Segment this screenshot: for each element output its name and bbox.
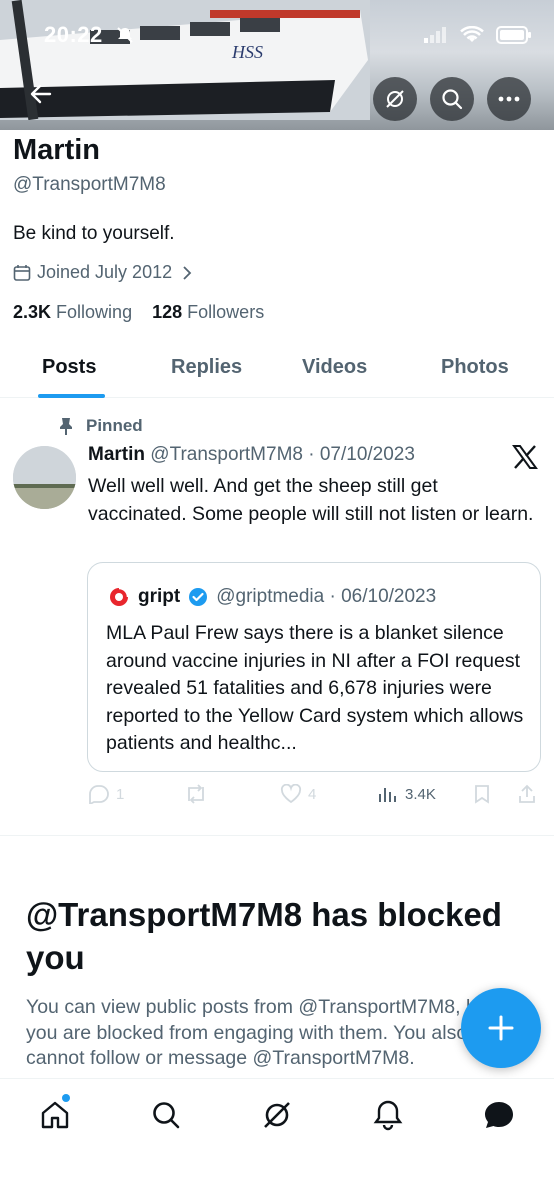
tweet-header: Martin @TransportM7M8 · 07/10/2023 (88, 444, 415, 466)
quoted-tweet[interactable]: gript @griptmedia · 06/10/2023 MLA Paul … (87, 562, 541, 772)
divider (0, 835, 554, 836)
views-count: 3.4K (405, 785, 436, 803)
battery-icon (496, 26, 531, 44)
profile-name: Martin (13, 134, 100, 166)
followers-count: 128 (152, 302, 183, 322)
quote-header: gript @griptmedia · 06/10/2023 (108, 586, 436, 608)
chevron-right-icon (183, 265, 192, 280)
pinned-text: Pinned (86, 416, 143, 435)
search-button[interactable] (430, 77, 474, 121)
like-button[interactable]: 4 (280, 784, 316, 804)
followers-link[interactable]: 128 Followers (152, 302, 264, 322)
status-indicators (424, 26, 532, 44)
compose-icon (488, 1015, 514, 1041)
status-time: 20:22 (44, 22, 103, 47)
repost-icon (188, 784, 204, 804)
tab-photos[interactable]: Photos (441, 356, 509, 379)
profile-bio: Be kind to yourself. (13, 223, 175, 244)
reply-button[interactable]: 1 (88, 784, 124, 804)
messages-icon (485, 1102, 513, 1128)
tweet-text: Well well well. And get the sheep still … (88, 475, 534, 525)
nav-home[interactable] (37, 1097, 73, 1133)
avatar[interactable] (13, 446, 76, 509)
like-icon (280, 784, 302, 804)
active-tab-indicator (38, 394, 105, 398)
quote-author: gript (138, 586, 181, 607)
like-count: 4 (308, 785, 317, 803)
share-button[interactable] (517, 784, 537, 804)
blocked-body: You can view public posts from @Transpor… (26, 996, 494, 1069)
back-button[interactable] (30, 84, 62, 112)
tab-videos[interactable]: Videos (302, 356, 367, 379)
more-button[interactable] (487, 77, 531, 121)
blocked-title: @TransportM7M8 has blocked you (26, 896, 502, 976)
profile-tabs: Posts Replies Videos Photos (0, 340, 554, 398)
notifications-icon (373, 1100, 403, 1131)
back-icon (30, 84, 52, 104)
followers-label: Followers (187, 302, 265, 322)
following-label: Following (56, 302, 133, 322)
tab-posts[interactable]: Posts (42, 356, 96, 379)
repost-button[interactable] (184, 784, 208, 804)
nav-search[interactable] (148, 1097, 184, 1133)
bookmark-icon (475, 785, 489, 804)
quote-handle-date: @griptmedia · 06/10/2023 (216, 586, 437, 607)
profile-banner: HSS 20:22 (0, 0, 554, 130)
tweet-handle-date: @TransportM7M8 · 07/10/2023 (150, 444, 415, 465)
views-icon (379, 788, 396, 802)
reply-count: 1 (116, 785, 125, 803)
tab-replies[interactable]: Replies (171, 356, 242, 379)
nav-grok[interactable] (259, 1097, 295, 1133)
home-notification-dot (62, 1094, 70, 1102)
silent-bell-icon (116, 26, 134, 49)
reply-icon (89, 785, 109, 804)
pin-icon (60, 418, 72, 435)
tweet-actions: 1 4 3.4K (0, 784, 554, 812)
compose-button[interactable] (461, 988, 541, 1068)
grok-button[interactable] (373, 77, 417, 121)
bookmark-button[interactable] (473, 784, 491, 804)
following-count: 2.3K (13, 302, 52, 322)
joined-label: Joined July 2012 (37, 262, 173, 282)
nav-messages[interactable] (481, 1097, 517, 1133)
more-icon (498, 96, 520, 102)
follow-stats: 2.3K Following 128 Followers (13, 302, 264, 323)
joined-date[interactable]: Joined July 2012 (13, 262, 192, 283)
ship-lettering: HSS (231, 42, 263, 62)
signal-icon (424, 27, 446, 43)
verified-icon (189, 588, 208, 606)
nav-notifications[interactable] (370, 1097, 406, 1133)
grok-icon (386, 90, 404, 108)
profile-handle: @TransportM7M8 (13, 174, 166, 195)
pinned-label: Pinned (58, 416, 143, 436)
grok-icon (264, 1102, 290, 1128)
following-link[interactable]: 2.3K Following (13, 302, 132, 322)
search-icon (153, 1102, 180, 1129)
share-icon (519, 784, 535, 803)
wifi-icon (460, 26, 484, 42)
gript-logo-icon (110, 586, 130, 606)
quote-text: MLA Paul Frew says there is a blanket si… (106, 622, 524, 754)
bottom-nav (0, 1078, 554, 1199)
views-button[interactable]: 3.4K (377, 784, 436, 804)
tweet-author[interactable]: Martin (88, 444, 145, 465)
home-icon (41, 1101, 69, 1129)
calendar-icon (13, 264, 31, 281)
x-logo-icon (512, 444, 538, 475)
search-icon (442, 89, 463, 110)
